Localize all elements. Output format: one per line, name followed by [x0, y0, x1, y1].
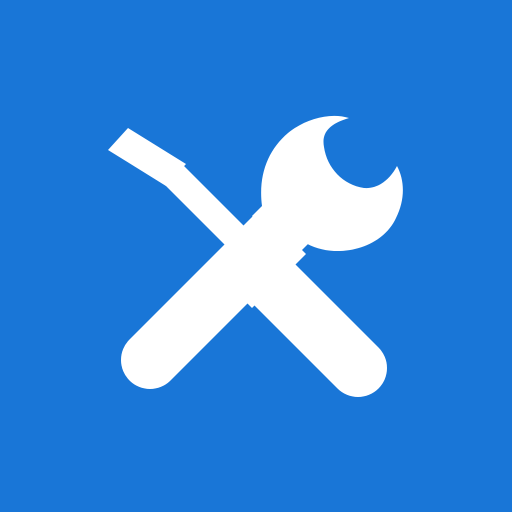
app-icon: [0, 0, 512, 512]
tools-icon: [108, 115, 403, 397]
